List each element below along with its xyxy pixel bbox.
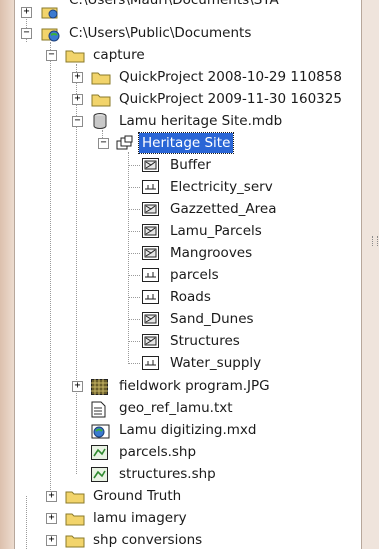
tree-item-label-selected: Heritage Site [137,132,235,154]
expand-toggle[interactable]: + [72,94,83,105]
shapefile-icon [91,467,108,488]
polygon-feature-class-icon [142,312,159,332]
tree-item-label: Buffer [170,157,211,173]
folder-icon [91,70,111,91]
tree-item-structures[interactable]: Structures [15,331,361,351]
expand-toggle[interactable]: + [46,491,57,502]
expand-toggle[interactable]: + [46,513,57,524]
tree-item-users-documents[interactable]: + C:\Users\Mauri\Documents\STA [15,0,361,25]
catalog-tree-panel: + C:\Users\Mauri\Documents\STA − C:\User… [14,0,362,549]
collapse-toggle[interactable]: − [72,116,83,127]
folder-icon [65,511,85,532]
tree-item-label: fieldwork program.JPG [119,378,270,394]
tree-item-roads[interactable]: Roads [15,287,361,307]
tree-item-label: Sand_Dunes [170,311,254,327]
tree-item-label: Gazzetted_Area [170,201,277,217]
database-icon [92,113,108,135]
tree-item-label: Lamu heritage Site.mdb [119,113,283,129]
folder-icon [91,92,111,113]
tree-item-label: C:\Users\Public\Documents [69,25,252,41]
collapse-toggle[interactable]: − [21,28,32,39]
tree-item-mangrooves[interactable]: Mangrooves [15,243,361,263]
resize-grip[interactable] [372,236,378,246]
tree-item-label: Lamu digitizing.mxd [119,422,257,438]
folder-icon [65,48,85,69]
tree-item-ground-truth[interactable]: + Ground Truth [15,486,361,506]
tree-item-label: Lamu_Parcels [170,223,262,239]
tree-item-label: Roads [170,289,211,305]
tree-item-label: lamu imagery [93,510,187,526]
folder-globe-icon [41,5,59,25]
window-frame-right [361,0,379,549]
tree-item-label: geo_ref_lamu.txt [119,400,233,416]
line-feature-class-icon [142,356,159,376]
window-frame-left [0,0,14,549]
tree-item-label: parcels [170,267,219,283]
tree-item-label: Water_supply [170,355,262,371]
tree-item-label: Electricity_serv [170,179,273,195]
tree-item-sand-dunes[interactable]: Sand_Dunes [15,309,361,329]
tree-item-quickproject-2009[interactable]: + QuickProject 2009-11-30 160325 [15,89,361,109]
tree-item-feature-dataset[interactable]: − Heritage Site [15,132,361,154]
tree-item-electricity-serv[interactable]: Electricity_serv [15,177,361,197]
tree-item-label: structures.shp [119,466,216,482]
tree-item-label: C:\Users\Mauri\Documents\STA [69,0,279,8]
polygon-feature-class-icon [142,158,159,178]
tree-item-label: Ground Truth [93,488,182,504]
line-feature-class-icon [142,268,159,288]
tree-item-capture[interactable]: − capture [15,45,361,65]
polygon-feature-class-icon [142,246,159,266]
polygon-feature-class-icon [142,202,159,222]
collapse-toggle[interactable]: − [46,50,57,61]
tree-item-public-documents[interactable]: − C:\Users\Public\Documents [15,23,361,43]
tree-item-buffer[interactable]: Buffer [15,155,361,175]
feature-dataset-icon [116,135,134,157]
polygon-feature-class-icon [142,334,159,354]
shapefile-icon [91,445,108,466]
collapse-toggle[interactable]: − [98,138,109,149]
polygon-feature-class-icon [142,224,159,244]
tree-item-label: shp conversions [93,532,203,548]
expand-toggle[interactable]: + [72,72,83,83]
tree-item-label: QuickProject 2009-11-30 160325 [119,91,342,107]
expand-toggle[interactable]: + [72,381,83,392]
tree-item-lamu-parcels[interactable]: Lamu_Parcels [15,221,361,241]
tree-item-label: capture [93,47,145,63]
line-feature-class-icon [142,180,159,200]
expand-toggle[interactable]: + [46,535,57,546]
tree-item-label: Mangrooves [170,245,253,261]
tree-item-quickproject-2008[interactable]: + QuickProject 2008-10-29 110858 [15,67,361,87]
tree-item-label: parcels.shp [119,444,197,460]
tree-item-geodatabase[interactable]: − Lamu heritage Site.mdb [15,111,361,131]
tree-item-label: QuickProject 2008-10-29 110858 [119,69,342,85]
tree-item-lamu-digitizing-mxd[interactable]: Lamu digitizing.mxd [15,420,361,440]
tree-item-shp-conversions[interactable]: + shp conversions [15,530,361,549]
tree-item-label: Structures [170,333,240,349]
tree-item-lamu-imagery[interactable]: + lamu imagery [15,508,361,528]
tree-item-structures-shp[interactable]: structures.shp [15,464,361,484]
folder-icon [65,533,85,549]
tree-item-gazzetted-area[interactable]: Gazzetted_Area [15,199,361,219]
tree-item-parcels[interactable]: parcels [15,265,361,285]
tree-item-geo-ref-lamu-txt[interactable]: geo_ref_lamu.txt [15,398,361,418]
expand-toggle[interactable]: + [21,7,32,18]
folder-icon [65,489,85,510]
tree-item-water-supply[interactable]: Water_supply [15,353,361,373]
tree-item-parcels-shp[interactable]: parcels.shp [15,442,361,462]
tree-item-fieldwork-program-jpg[interactable]: + fieldwork program.JPG [15,376,361,396]
line-feature-class-icon [142,290,159,310]
